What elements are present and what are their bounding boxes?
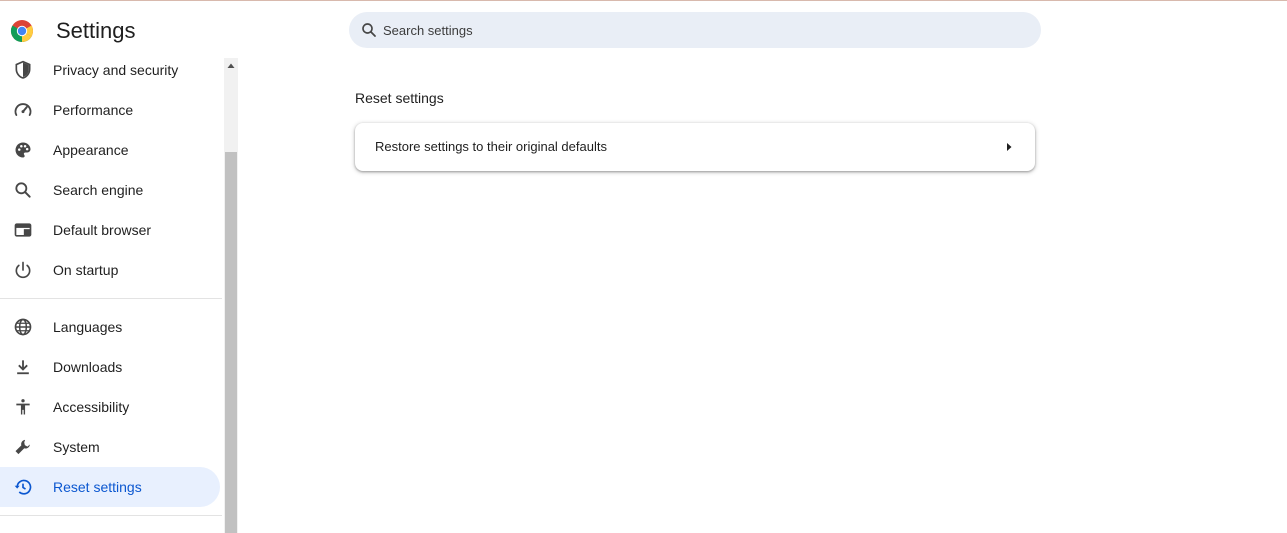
sidebar-item-label: Languages — [53, 319, 123, 335]
sidebar-item-label: Accessibility — [53, 399, 130, 415]
search-icon — [15, 182, 31, 198]
sidebar-item-privacy-and-security[interactable]: Privacy and security — [0, 50, 220, 90]
speedometer-icon — [14, 103, 32, 116]
shield-icon — [15, 60, 31, 79]
sidebar-item-label: Appearance — [53, 142, 129, 158]
sidebar-item-on-startup[interactable]: On startup — [0, 250, 220, 290]
browser-window-icon — [14, 223, 32, 237]
sidebar-item-label: Reset settings — [53, 479, 142, 495]
sidebar-item-label: Performance — [53, 102, 134, 118]
scroll-up-arrow-icon[interactable] — [224, 58, 238, 74]
sidebar-item-default-browser[interactable]: Default browser — [0, 210, 220, 250]
page-title: Settings — [56, 18, 136, 43]
section-title: Reset settings — [355, 90, 444, 106]
sidebar-divider — [0, 515, 222, 516]
sidebar-item-label: Downloads — [53, 359, 123, 375]
search-icon[interactable] — [360, 21, 378, 39]
sidebar-item-label: Privacy and security — [53, 62, 179, 78]
window-top-border — [0, 0, 1287, 1]
search-bar[interactable] — [349, 12, 1041, 48]
restore-defaults-row[interactable]: Restore settings to their original defau… — [355, 123, 1035, 171]
sidebar-item-label: System — [53, 439, 100, 455]
restore-history-icon — [14, 479, 32, 495]
sidebar-item-reset-settings[interactable]: Reset settings — [0, 467, 220, 507]
sidebar-item-label: Search engine — [53, 182, 144, 198]
sidebar-item-system[interactable]: System — [0, 427, 220, 467]
wrench-icon — [15, 439, 30, 455]
sidebar-item-languages[interactable]: Languages — [0, 307, 220, 347]
sidebar-item-label: Default browser — [53, 222, 152, 238]
power-icon — [15, 261, 31, 279]
restore-defaults-label: Restore settings to their original defau… — [375, 139, 607, 154]
sidebar-item-performance[interactable]: Performance — [0, 90, 220, 130]
chrome-logo-icon — [10, 20, 33, 42]
sidebar-item-appearance[interactable]: Appearance — [0, 130, 220, 170]
sidebar-scrollbar-thumb[interactable] — [225, 152, 237, 533]
globe-icon — [14, 318, 32, 336]
sidebar-item-label: On startup — [53, 262, 119, 278]
download-icon — [17, 360, 29, 375]
arrow-right-icon[interactable] — [1001, 139, 1017, 155]
sidebar-nav: Privacy and security Performance Appeara… — [0, 50, 224, 533]
search-input[interactable] — [383, 12, 1023, 48]
sidebar-item-accessibility[interactable]: Accessibility — [0, 387, 220, 427]
sidebar-item-search-engine[interactable]: Search engine — [0, 170, 220, 210]
sidebar-item-downloads[interactable]: Downloads — [0, 347, 220, 387]
accessibility-icon — [16, 399, 30, 415]
sidebar-divider — [0, 298, 222, 299]
palette-icon — [15, 142, 31, 158]
